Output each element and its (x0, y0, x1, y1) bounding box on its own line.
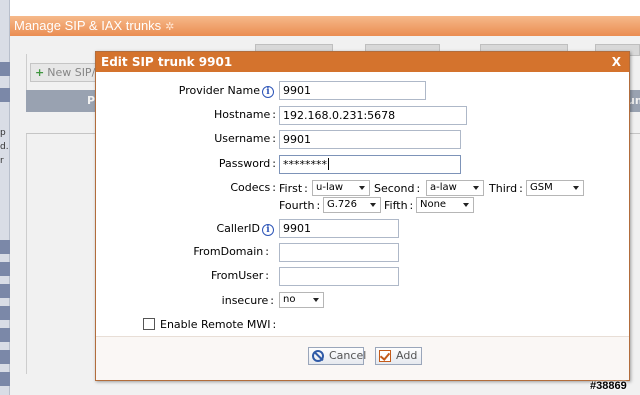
sidebar-tab[interactable] (0, 240, 10, 254)
watermark: #38869 (590, 380, 627, 392)
callerid-input[interactable]: 9901 (279, 219, 399, 238)
codec-fifth-label: Fifth: (384, 199, 414, 212)
new-button-label: New SIP/ (47, 66, 96, 79)
dialog-title: Edit SIP trunk 9901 (101, 55, 233, 69)
codecs-label: Codecs: (230, 181, 276, 194)
sidebar-tab[interactable] (0, 350, 10, 364)
sidebar-text: p d. r (0, 126, 10, 168)
password-label: Password: (218, 157, 276, 170)
cancel-button[interactable]: Cancel (308, 347, 366, 365)
sidebar-text-line: p (0, 128, 6, 138)
chevron-down-icon (359, 186, 365, 190)
chevron-down-icon (573, 186, 579, 190)
insecure-select[interactable]: no (279, 292, 324, 308)
codec-first-label: First: (279, 182, 308, 195)
checkbox-icon (379, 350, 391, 362)
sidebar-tab[interactable] (0, 306, 10, 320)
chevron-down-icon (463, 203, 469, 207)
enable-remote-mwi-label: Enable Remote MWI: (160, 318, 277, 331)
gear-icon[interactable]: ✲ (165, 21, 174, 33)
codec-fourth-select[interactable]: G.726 (323, 197, 381, 213)
sidebar-tab[interactable] (0, 328, 10, 342)
sidebar-tab[interactable] (0, 62, 10, 76)
edit-sip-trunk-dialog: Edit SIP trunk 9901 X Provider Name i 990… (95, 51, 630, 381)
cancel-icon (312, 350, 324, 362)
chevron-down-icon (370, 203, 376, 207)
dialog-titlebar[interactable]: Edit SIP trunk 9901 X (96, 52, 629, 72)
provider-name-input[interactable]: 9901 (279, 81, 426, 100)
codec-third-select[interactable]: GSM (526, 180, 584, 196)
enable-remote-mwi-checkbox[interactable] (143, 318, 155, 330)
codec-fifth-select[interactable]: None (416, 197, 474, 213)
fromdomain-input[interactable] (279, 243, 399, 262)
insecure-label: insecure: (221, 294, 274, 307)
fromuser-label: FromUser: (210, 269, 269, 282)
sidebar-tab[interactable] (0, 372, 10, 386)
username-input[interactable]: 9901 (279, 130, 461, 149)
sidebar-tab[interactable] (0, 262, 10, 276)
hostname-input[interactable]: 192.168.0.231:5678 (279, 106, 467, 125)
chevron-down-icon (313, 298, 319, 302)
codec-third-label: Third: (489, 182, 523, 195)
fromdomain-label: FromDomain: (193, 245, 269, 258)
text-caret (328, 158, 329, 170)
fromuser-input[interactable] (279, 267, 399, 286)
callerid-label: CallerID i (116, 222, 274, 236)
sidebar-text-line: d. (0, 142, 9, 152)
codec-second-select[interactable]: a-law (426, 180, 484, 196)
page-title: Manage SIP & IAX trunks (14, 18, 162, 33)
username-label: Username: (214, 132, 276, 145)
codec-fourth-label: Fourth: (279, 199, 321, 212)
info-icon[interactable]: i (262, 224, 274, 236)
page-header: Manage SIP & IAX trunks ✲ (10, 16, 640, 36)
left-sidebar (0, 0, 10, 395)
password-value: ******** (283, 158, 327, 171)
sidebar-tab[interactable] (0, 88, 10, 102)
hostname-label: Hostname: (214, 108, 276, 121)
password-input[interactable]: ******** (279, 155, 461, 174)
codec-second-label: Second: (374, 182, 421, 195)
chevron-down-icon (473, 186, 479, 190)
provider-name-label: Provider Name i (116, 84, 274, 98)
sidebar-text-line: r (0, 156, 4, 166)
add-button[interactable]: Add (375, 347, 422, 365)
plus-icon: + (35, 66, 45, 79)
info-icon[interactable]: i (262, 86, 274, 98)
new-sip-trunk-button[interactable]: + New SIP/ (30, 63, 100, 82)
codec-first-select[interactable]: u-law (312, 180, 370, 196)
close-button[interactable]: X (612, 52, 621, 72)
column-header: P (87, 94, 96, 107)
sidebar-tab[interactable] (0, 284, 10, 298)
